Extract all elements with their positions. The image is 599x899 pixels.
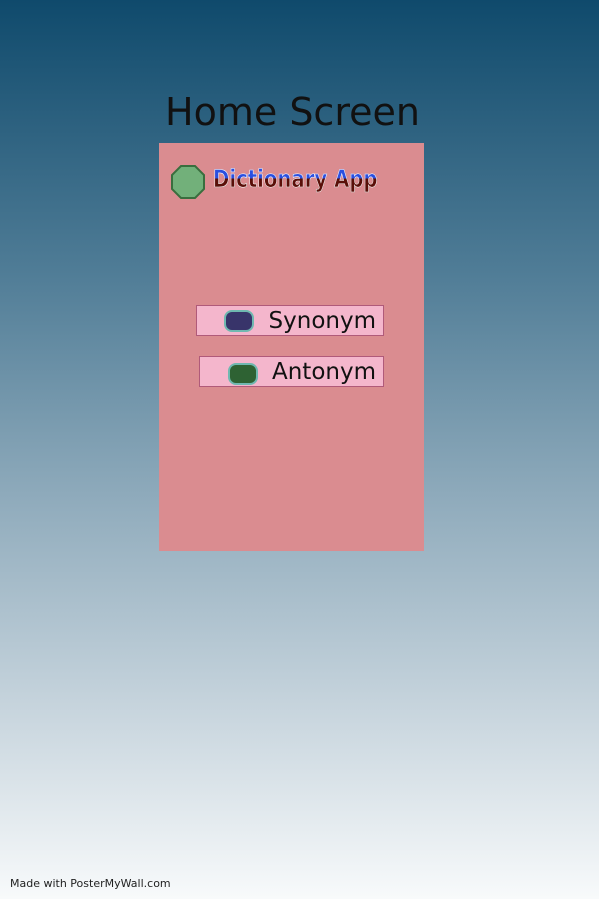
footer-credit: Made with PosterMyWall.com — [10, 877, 171, 890]
synonym-label: Synonym — [268, 307, 376, 334]
antonym-button[interactable]: Antonym — [199, 356, 384, 387]
synonym-icon — [224, 310, 254, 332]
antonym-label: Antonym — [272, 358, 376, 385]
octagon-logo-icon — [171, 165, 205, 199]
app-screen: Dictionary App Synonym Antonym — [159, 143, 424, 551]
app-title: Dictionary App — [213, 165, 378, 194]
page-title: Home Screen — [165, 90, 420, 134]
antonym-icon — [228, 363, 258, 385]
synonym-button[interactable]: Synonym — [196, 305, 384, 336]
